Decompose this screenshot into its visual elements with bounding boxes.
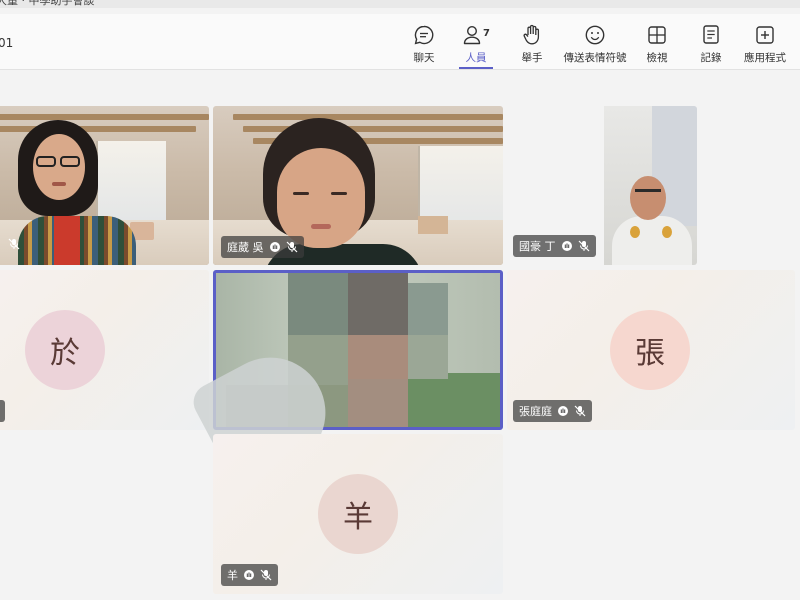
grid-view-icon: [647, 22, 667, 48]
apps-button[interactable]: 應用程式: [740, 22, 790, 70]
participant-tile-video[interactable]: 庭葳 吳: [213, 106, 503, 265]
participant-tile-avatar[interactable]: 於: [0, 270, 209, 430]
hand-icon: [269, 241, 281, 253]
closed-eye: [331, 192, 347, 195]
send-reaction-button[interactable]: 傳送表情符號: [560, 22, 630, 70]
person-face: [630, 176, 666, 220]
participant-name-tag: 國豪 丁: [513, 235, 596, 257]
chat-label: 聊天: [413, 52, 435, 64]
add-app-icon: [755, 22, 775, 48]
person-shirt: [54, 216, 80, 265]
pixelated-face: [348, 335, 408, 385]
hand-icon: [243, 569, 255, 581]
mic-muted-icon: [286, 241, 298, 253]
pixelated-face: [288, 273, 348, 335]
mic-muted-icon: [578, 240, 590, 252]
raise-hand-button[interactable]: 舉手: [514, 22, 550, 70]
participant-tile-video[interactable]: 國豪 丁: [507, 106, 697, 265]
meeting-toolbar: 01 聊天 7 人員 舉手 傳送表情符號 檢視 記錄 應用程式: [0, 14, 800, 70]
avatar-initial: 張: [635, 336, 665, 371]
avatar-initial: 羊: [343, 500, 373, 535]
avatar: 張: [610, 310, 690, 390]
meeting-timer: 01: [0, 36, 14, 50]
table: [418, 216, 448, 234]
badge: [662, 226, 672, 238]
notes-button[interactable]: 記錄: [692, 22, 730, 70]
hand-icon: [557, 405, 569, 417]
more-options-icon[interactable]: ···: [771, 0, 786, 5]
glasses: [36, 156, 56, 167]
raise-hand-icon: [522, 22, 542, 48]
mouth: [52, 182, 66, 186]
avatar-initial: 於: [50, 336, 80, 371]
people-icon: 7: [462, 22, 490, 48]
badge: [630, 226, 640, 238]
participant-tile-avatar[interactable]: 張 張庭庭: [507, 270, 795, 430]
send-reaction-label: 傳送表情符號: [563, 52, 627, 64]
glasses: [635, 189, 661, 192]
title-bar: 大量 · 中學助手會談 ···: [0, 0, 800, 8]
participant-name: 庭葳 吳: [227, 241, 264, 254]
closed-eye: [293, 192, 309, 195]
teams-meeting-window: 大量 · 中學助手會談 ··· 01 聊天 7 人員 舉手: [0, 0, 800, 600]
person-shirt: [612, 216, 692, 265]
meeting-title: 大量 · 中學助手會談: [0, 0, 95, 7]
hand-icon: [561, 240, 573, 252]
ceiling-beam: [0, 114, 209, 120]
apps-label: 應用程式: [744, 52, 786, 64]
mic-muted-icon: [8, 238, 20, 250]
participant-name-tag: 庭葳 吳: [221, 236, 304, 258]
pixelated-face: [408, 283, 448, 335]
participant-name-tag: [0, 400, 5, 422]
view-button[interactable]: 檢視: [638, 22, 676, 70]
people-button[interactable]: 7 人員: [456, 22, 496, 70]
participant-name: 國豪 丁: [519, 240, 556, 253]
active-tab-indicator: [459, 67, 493, 69]
raise-hand-label: 舉手: [521, 52, 543, 64]
pixelated-face: [348, 273, 408, 335]
notes-icon: [701, 22, 721, 48]
people-count: 7: [483, 27, 490, 39]
view-label: 檢視: [646, 52, 668, 64]
video-frame: [604, 106, 697, 265]
chat-button[interactable]: 聊天: [406, 22, 442, 70]
person-face: [277, 148, 365, 248]
participant-tile-avatar[interactable]: 羊 羊: [213, 434, 503, 594]
people-label: 人員: [465, 52, 487, 64]
participant-tile-video[interactable]: [0, 106, 209, 265]
pixelated-face: [348, 379, 408, 427]
notes-label: 記錄: [700, 52, 722, 64]
participant-name: 羊: [227, 569, 238, 582]
mic-muted-icon: [574, 405, 586, 417]
glasses: [60, 156, 80, 167]
participant-name-tag: 張庭庭: [513, 400, 592, 422]
mic-muted-icon: [260, 569, 272, 581]
chat-icon: [413, 22, 435, 48]
participant-name-tag: 羊: [221, 564, 278, 586]
emoji-icon: [584, 22, 606, 48]
avatar: 於: [25, 310, 105, 390]
avatar: 羊: [318, 474, 398, 554]
pixelated-face: [408, 335, 448, 379]
ceiling-beam: [233, 114, 503, 120]
participant-name: 張庭庭: [519, 405, 552, 418]
mouth: [311, 224, 331, 229]
person-face: [33, 134, 85, 200]
